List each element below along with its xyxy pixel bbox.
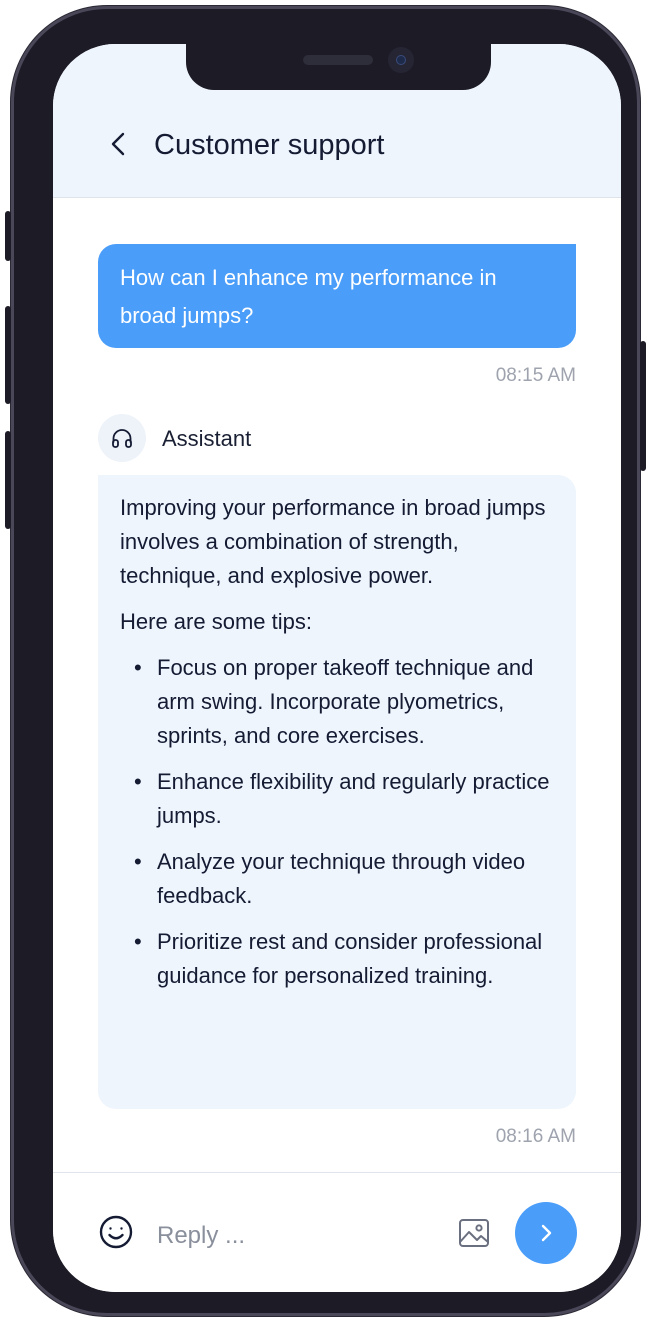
avatar: [98, 414, 146, 462]
page-title: Customer support: [154, 129, 385, 161]
list-item: • Enhance flexibility and regularly pract…: [120, 765, 554, 833]
tips-list: • Focus on proper takeoff technique and a…: [120, 651, 554, 993]
composer: [53, 1172, 621, 1292]
list-item: • Focus on proper takeoff technique and a…: [120, 651, 554, 753]
message-timestamp: 08:15 AM: [495, 365, 576, 386]
front-camera: [388, 47, 414, 73]
assistant-intro: Improving your performance in broad jump…: [120, 495, 546, 588]
speaker-grille: [303, 55, 373, 65]
tip-text: Analyze your technique through video fee…: [157, 849, 526, 908]
volume-down-button: [5, 431, 11, 529]
assistant-message: Improving your performance in broad jump…: [98, 475, 576, 1109]
headphones-icon: [112, 429, 132, 448]
tip-text: Focus on proper takeoff technique and ar…: [157, 655, 534, 748]
image-icon[interactable]: [457, 1217, 491, 1254]
phone-frame: Customer support How can I enhance my pe…: [5, 6, 646, 1316]
tip-text: Prioritize rest and consider professiona…: [157, 929, 543, 988]
user-message: How can I enhance my performance in broa…: [98, 244, 576, 348]
volume-up-button: [5, 306, 11, 404]
reply-input[interactable]: [157, 1217, 437, 1255]
assistant-lead: Here are some tips:: [120, 609, 312, 634]
list-item: • Prioritize rest and consider profession…: [120, 925, 554, 993]
tip-text: Enhance flexibility and regularly practi…: [157, 769, 550, 828]
side-button: [5, 211, 11, 261]
chevron-left-icon[interactable]: [103, 128, 135, 160]
bullet: •: [134, 655, 142, 680]
assistant-name: Assistant: [162, 426, 252, 451]
message-timestamp: 08:16 AM: [495, 1126, 576, 1147]
send-button[interactable]: [515, 1202, 577, 1264]
bullet: •: [134, 849, 142, 874]
chevron-right-icon: [541, 1224, 552, 1242]
screen: Customer support How can I enhance my pe…: [53, 44, 621, 1292]
power-button: [640, 341, 646, 471]
smiley-icon[interactable]: [98, 1214, 134, 1255]
bullet: •: [134, 769, 142, 794]
bullet: •: [134, 929, 142, 954]
list-item: • Analyze your technique through video fe…: [120, 845, 554, 913]
notch: [186, 44, 491, 90]
